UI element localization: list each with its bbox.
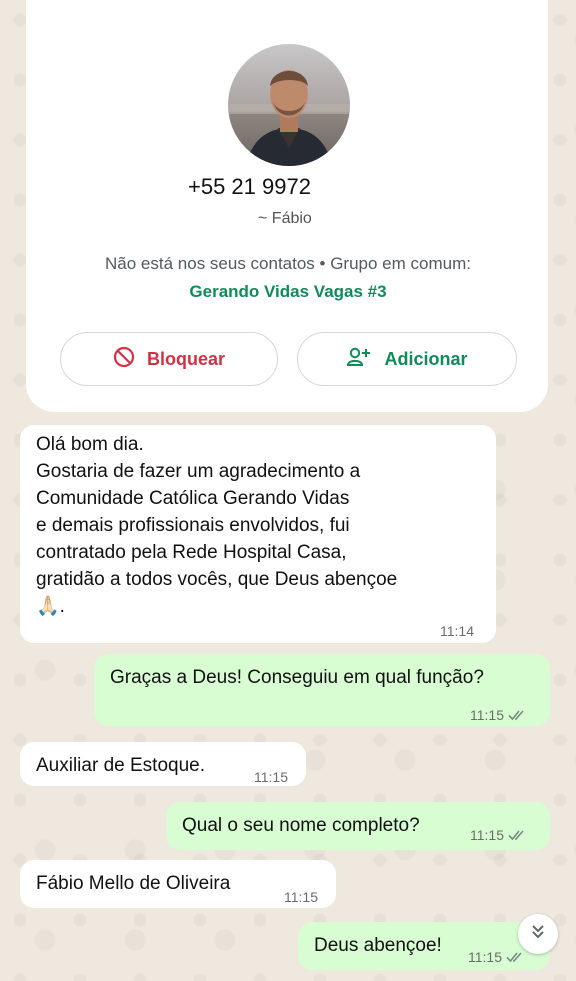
message-timestamp: 11:15 — [284, 889, 318, 905]
common-group-link[interactable]: Gerando Vidas Vagas #3 — [0, 282, 576, 302]
message-timestamp: 11:15 — [470, 702, 526, 730]
praying-hands-emoji: 🙏🏻 — [36, 596, 60, 617]
message-line-emoji: 🙏🏻. — [36, 593, 480, 620]
phone-redaction-blur — [330, 168, 410, 204]
message-timestamp: 11:15 — [470, 822, 526, 850]
message-bubble-outgoing[interactable]: Qual o seu nome completo? 11:15 — [166, 802, 550, 850]
message-line: Olá bom dia. — [36, 434, 144, 455]
message-text: Graças a Deus! Conseguiu em qual função? — [110, 667, 484, 688]
message-punctuation: . — [59, 596, 65, 617]
double-check-icon — [508, 703, 526, 730]
message-text: Olá bom dia. Gostaria de fazer um agrade… — [36, 431, 480, 620]
message-line: Comunidade Católica Gerando Vidas — [36, 488, 350, 509]
message-line: contratado pela Rede Hospital Casa, — [36, 542, 347, 563]
message-timestamp: 11:15 — [468, 944, 524, 972]
message-bubble-outgoing[interactable]: Graças a Deus! Conseguiu em qual função?… — [94, 654, 550, 726]
message-bubble-incoming[interactable]: Fábio Mello de Oliveira 11:15 — [20, 860, 336, 908]
add-contact-label: Adicionar — [384, 348, 468, 369]
not-in-contacts-notice: Não está nos seus contatos • Grupo em co… — [105, 254, 471, 273]
contact-push-name: ~ Fábio — [258, 210, 312, 227]
message-time: 11:15 — [468, 949, 502, 965]
message-bubble-incoming[interactable]: Olá bom dia. Gostaria de fazer um agrade… — [20, 425, 496, 643]
message-time: 11:15 — [470, 707, 504, 723]
message-bubble-outgoing[interactable]: Deus abençoe! 11:15 — [298, 922, 550, 970]
block-icon — [113, 346, 135, 373]
message-time: 11:15 — [470, 827, 504, 843]
scroll-to-bottom-button[interactable] — [518, 914, 558, 954]
message-line: gratidão a todos vocês, que Deus abençoe — [36, 569, 398, 590]
message-timestamp: 11:15 — [254, 769, 288, 785]
double-check-icon — [508, 823, 526, 850]
double-check-icon — [506, 945, 524, 972]
block-label: Bloquear — [146, 348, 225, 369]
message-line: Gostaria de fazer um agradecimento a — [36, 461, 361, 482]
block-button[interactable]: Bloquear — [60, 332, 278, 386]
message-text: Fábio Mello de Oliveira — [36, 873, 231, 894]
contact-phone-number: +55 21 9972 — [188, 174, 311, 199]
add-contact-button[interactable]: Adicionar — [297, 332, 517, 386]
avatar-photo — [228, 44, 350, 166]
message-bubble-incoming[interactable]: Auxiliar de Estoque. 11:15 — [20, 742, 306, 786]
message-timestamp: 11:14 — [440, 623, 474, 639]
double-chevron-down-icon — [528, 922, 548, 947]
message-text: Auxiliar de Estoque. — [36, 755, 205, 776]
avatar[interactable] — [228, 44, 350, 166]
message-line: e demais profissionais envolvidos, fui — [36, 515, 350, 536]
add-contact-icon — [346, 346, 372, 373]
